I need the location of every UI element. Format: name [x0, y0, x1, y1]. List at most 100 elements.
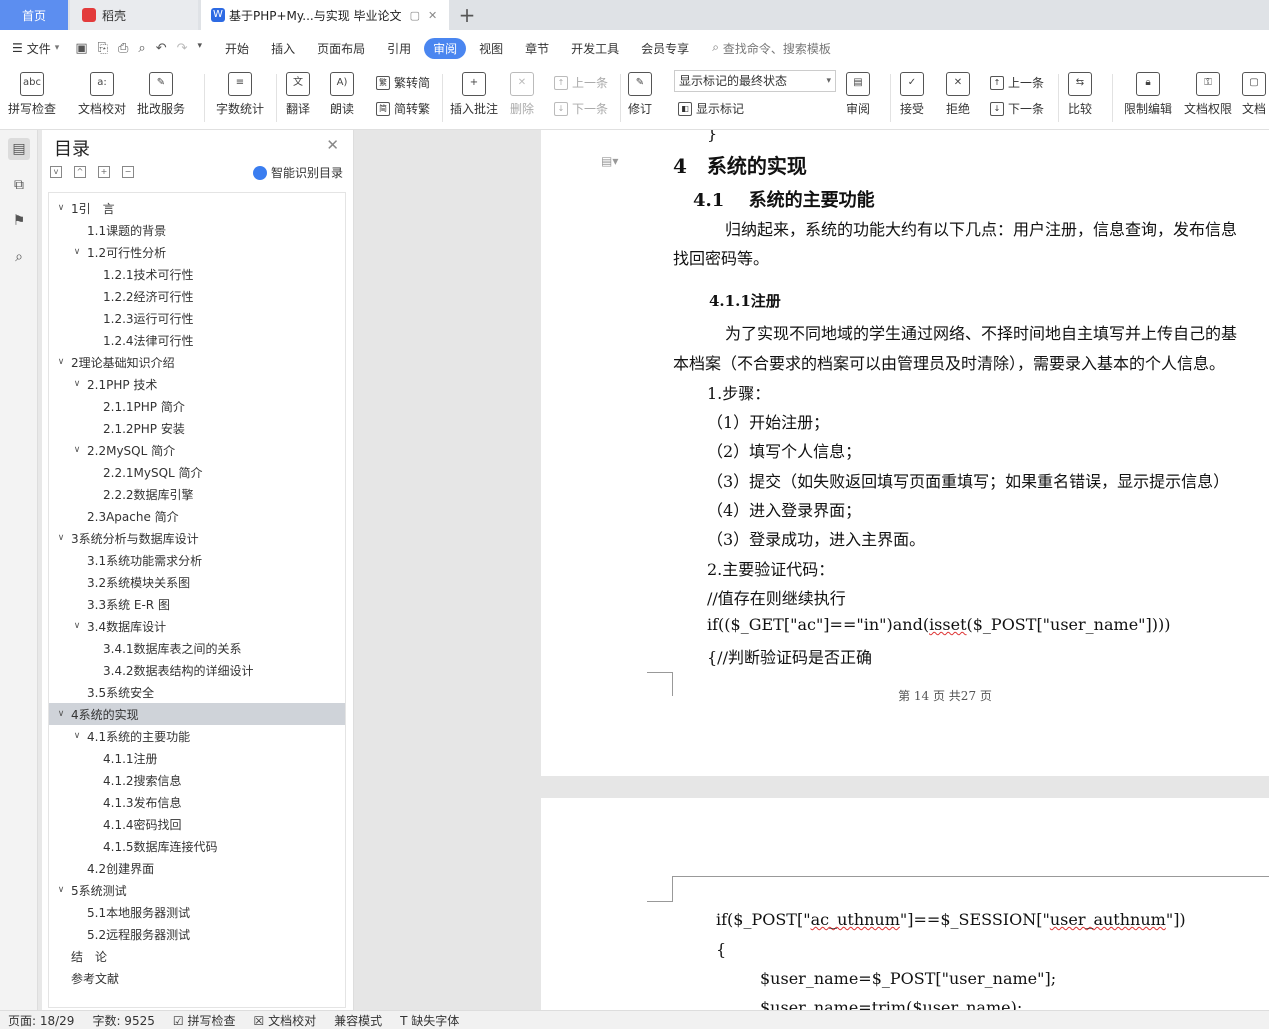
compare-button[interactable]: ⇆ 比较	[1068, 66, 1092, 117]
collapse-all-icon[interactable]: ^	[74, 166, 86, 178]
toc-item[interactable]: 1.1课题的背景	[49, 219, 345, 241]
menu-tab-0[interactable]: 开始	[216, 38, 258, 59]
trad-to-simp-button[interactable]: 繁繁转简	[376, 74, 430, 91]
toc-item[interactable]: ∨ 3系统分析与数据库设计	[49, 527, 345, 549]
toc-toggle-icon[interactable]: ∨	[71, 621, 83, 631]
accept-button[interactable]: ✓ 接受	[900, 66, 924, 117]
toc-item[interactable]: 3.5系统安全	[49, 681, 345, 703]
toc-item[interactable]: 3.3系统 E-R 图	[49, 593, 345, 615]
toc-toggle-icon[interactable]: ∨	[71, 247, 83, 257]
toc-toggle-icon[interactable]: ∨	[55, 357, 67, 367]
toc-item[interactable]: 5.1本地服务器测试	[49, 901, 345, 923]
export-pdf-icon[interactable]: ⎘	[98, 41, 108, 56]
review-pane-button[interactable]: ▤ 审阅	[846, 66, 870, 117]
toc-item[interactable]: ∨ 2理论基础知识介绍	[49, 351, 345, 373]
reject-button[interactable]: ✕ 拒绝	[946, 66, 970, 117]
toc-item[interactable]: ∨ 1引 言	[49, 197, 345, 219]
toc-toggle-icon[interactable]: ∨	[71, 445, 83, 455]
read-aloud-button[interactable]: A) 朗读	[330, 66, 354, 117]
delete-comment-button[interactable]: ✕ 删除	[510, 66, 534, 117]
menu-tab-6[interactable]: 章节	[516, 38, 558, 59]
doc-permission-button[interactable]: ⚿ 文档权限	[1184, 66, 1232, 117]
prev-comment-button[interactable]: ↑ 上一条	[554, 74, 608, 91]
smart-toc-button[interactable]: 智能识别目录	[252, 164, 343, 181]
close-icon[interactable]: ✕	[326, 136, 339, 154]
expand-all-icon[interactable]: v	[50, 166, 62, 178]
insert-comment-button[interactable]: + 插入批注	[450, 66, 498, 117]
toc-item[interactable]: 参考文献	[49, 967, 345, 989]
status-spell-check[interactable]: ☑ 拼写检查	[173, 1012, 236, 1029]
missing-font[interactable]: T 缺失字体	[400, 1012, 459, 1029]
toc-item[interactable]: 1.2.2经济可行性	[49, 285, 345, 307]
toc-item[interactable]: ∨ 2.1PHP 技术	[49, 373, 345, 395]
pin-icon[interactable]: ▢	[410, 9, 420, 22]
next-comment-button[interactable]: ↓ 下一条	[554, 100, 608, 117]
menu-tab-4[interactable]: 审阅	[424, 37, 467, 59]
toc-item[interactable]: ∨ 3.4数据库设计	[49, 615, 345, 637]
batch-service-button[interactable]: ✎ 批改服务	[137, 66, 185, 117]
more-doc-button[interactable]: ▢ 文档	[1242, 66, 1266, 117]
show-markup-button[interactable]: ◧ 显示标记	[678, 100, 744, 117]
toc-item[interactable]: 2.1.2PHP 安装	[49, 417, 345, 439]
section-nav-icon[interactable]: ⧉	[8, 174, 30, 196]
print-icon[interactable]: ⎙	[118, 41, 128, 56]
menu-tab-8[interactable]: 会员专享	[632, 38, 698, 59]
remove-heading-icon[interactable]: −	[122, 166, 134, 178]
status-doc-proof[interactable]: ☒ 文档校对	[253, 1012, 316, 1029]
toc-item[interactable]: ∨ 4.1系统的主要功能	[49, 725, 345, 747]
toc-item[interactable]: 4.1.3发布信息	[49, 791, 345, 813]
toc-item[interactable]: ∨ 1.2可行性分析	[49, 241, 345, 263]
toc-toggle-icon[interactable]: ∨	[71, 731, 83, 741]
toc-toggle-icon[interactable]: ∨	[55, 709, 67, 719]
toc-item[interactable]: 4.1.2搜索信息	[49, 769, 345, 791]
undo-icon[interactable]: ↶	[156, 41, 167, 56]
toc-item[interactable]: 3.2系统模块关系图	[49, 571, 345, 593]
spell-check-button[interactable]: abc 拼写检查	[8, 66, 56, 117]
menu-tab-1[interactable]: 插入	[262, 38, 304, 59]
toc-item[interactable]: 2.1.1PHP 简介	[49, 395, 345, 417]
word-count[interactable]: 字数: 9525	[92, 1012, 154, 1029]
toc-toggle-icon[interactable]: ∨	[71, 379, 83, 389]
tab-document[interactable]: W 基于PHP+My...与实现 毕业论文 ▢ ✕	[201, 0, 449, 30]
menu-tab-5[interactable]: 视图	[470, 38, 512, 59]
toc-icon[interactable]: ▤	[8, 138, 30, 160]
redo-icon[interactable]: ↷	[177, 41, 188, 56]
toc-toggle-icon[interactable]: ∨	[55, 533, 67, 543]
doc-proof-button[interactable]: a: 文档校对	[78, 66, 126, 117]
word-count-button[interactable]: ≡ 字数统计	[216, 66, 264, 117]
menu-tab-2[interactable]: 页面布局	[308, 38, 374, 59]
toc-item[interactable]: 2.2.2数据库引擎	[49, 483, 345, 505]
prev-change-button[interactable]: ↑ 上一条	[990, 74, 1044, 91]
restrict-editing-button[interactable]: 🔒︎ 限制编辑	[1124, 66, 1172, 117]
toc-item[interactable]: 结 论	[49, 945, 345, 967]
page-indicator[interactable]: 页面: 18/29	[8, 1012, 74, 1029]
save-icon[interactable]: ▣	[75, 41, 87, 56]
toc-toggle-icon[interactable]: ∨	[55, 885, 67, 895]
track-changes-button[interactable]: ✎ 修订	[628, 66, 652, 117]
translate-button[interactable]: 文翻译	[286, 66, 310, 117]
toc-item[interactable]: 4.2创建界面	[49, 857, 345, 879]
toc-item[interactable]: 1.2.1技术可行性	[49, 263, 345, 285]
toc-item[interactable]: 4.1.5数据库连接代码	[49, 835, 345, 857]
tab-home[interactable]: 首页	[0, 0, 68, 30]
search-icon[interactable]: ⌕	[8, 246, 30, 268]
tab-daoke[interactable]: 稻壳	[70, 0, 198, 30]
markup-state-select[interactable]: 显示标记的最终状态 ▾	[674, 70, 836, 92]
toc-item[interactable]: 2.3Apache 简介	[49, 505, 345, 527]
add-heading-icon[interactable]: +	[98, 166, 110, 178]
toc-item[interactable]: ∨ 2.2MySQL 简介	[49, 439, 345, 461]
customize-icon[interactable]: ▾	[198, 41, 203, 56]
toc-item[interactable]: 1.2.4法律可行性	[49, 329, 345, 351]
toc-item[interactable]: 5.2远程服务器测试	[49, 923, 345, 945]
toc-item[interactable]: ∨ 4系统的实现	[49, 703, 345, 725]
new-tab-button[interactable]: +	[452, 0, 482, 30]
menu-tab-7[interactable]: 开发工具	[562, 38, 628, 59]
toc-item[interactable]: 3.4.2数据表结构的详细设计	[49, 659, 345, 681]
toc-toggle-icon[interactable]: ∨	[55, 203, 67, 213]
toc-item[interactable]: 3.1系统功能需求分析	[49, 549, 345, 571]
next-change-button[interactable]: ↓ 下一条	[990, 100, 1044, 117]
menu-tab-3[interactable]: 引用	[378, 38, 420, 59]
toc-item[interactable]: 4.1.1注册	[49, 747, 345, 769]
paragraph-menu-icon[interactable]: ▤▾	[601, 154, 618, 168]
toc-item[interactable]: 4.1.4密码找回	[49, 813, 345, 835]
